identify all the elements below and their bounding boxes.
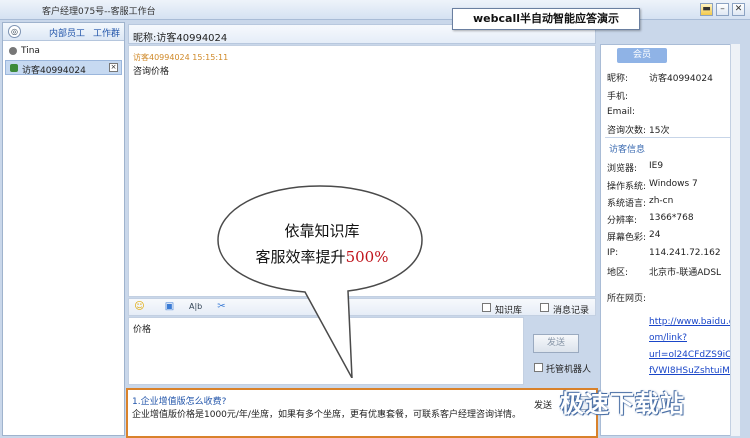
message-record-checkbox[interactable]	[540, 303, 549, 312]
field-value: IE9	[649, 161, 664, 171]
field-value: 1366*768	[649, 213, 694, 223]
field-value: 24	[649, 230, 661, 240]
visitor-info-title: 访客信息	[609, 145, 646, 155]
answer-suggestion-box[interactable]: 1.企业增值版怎么收费? 企业增值版价格是1000元/年/坐席，如果有多个坐席，…	[126, 388, 598, 438]
callout-bubble	[217, 185, 423, 378]
offline-status-icon	[9, 47, 17, 55]
field-label: IP:	[607, 248, 619, 258]
current-page-link[interactable]: http://www.baidu.c	[649, 317, 734, 327]
chat-nickname: 昵称:访客40994024	[133, 33, 228, 44]
visitor-info-panel: 会员 昵称: 访客40994024 手机: Email: 咨询次数: 15次 访…	[600, 44, 740, 436]
visitor-user-icon	[10, 64, 18, 72]
field-value: zh-cn	[649, 196, 674, 206]
input-text: 价格	[133, 325, 152, 335]
contact-tab-strip: ◎ 内部员工 工作群	[3, 23, 124, 41]
field-label: 咨询次数:	[607, 126, 647, 136]
field-label: 手机:	[607, 92, 629, 102]
close-window-button[interactable]: ✕	[732, 3, 745, 16]
suggestion-send-button[interactable]: 发送	[534, 398, 552, 411]
contact-name: 访客40994024	[22, 66, 86, 76]
field-value: 北京市-联通ADSL	[649, 268, 722, 278]
contact-name: Tina	[21, 46, 40, 56]
demo-banner: webcall半自动智能应答演示	[452, 8, 640, 30]
contact-item-visitor[interactable]: 访客40994024 ×	[5, 60, 122, 76]
field-label: 分辨率:	[607, 216, 638, 226]
robot-hosting-label[interactable]: 托管机器人	[546, 362, 591, 375]
divider	[605, 137, 737, 138]
current-page-link[interactable]: fVWI8HSuZshtuiMk	[649, 366, 735, 376]
message-text: 咨询价格	[133, 67, 170, 77]
font-icon[interactable]: A|b	[189, 301, 202, 313]
message-meta: 访客40994024 15:15:11	[133, 53, 229, 62]
minimize-button[interactable]: –	[716, 3, 729, 16]
field-label: 地区:	[607, 268, 629, 278]
window-title: 客户经理075号--客服工作台	[42, 7, 156, 17]
send-button[interactable]: 发送	[533, 334, 579, 353]
knowledge-base-label[interactable]: 知识库	[495, 303, 522, 316]
field-label: 昵称:	[607, 74, 629, 84]
home-icon[interactable]: ◎	[8, 25, 21, 38]
callout-shape	[217, 185, 423, 378]
message-record-label[interactable]: 消息记录	[553, 303, 589, 316]
field-value: 15次	[649, 126, 670, 136]
close-chat-icon[interactable]: ×	[109, 63, 118, 72]
current-page-link[interactable]: om/link?	[649, 333, 687, 343]
contact-panel: ◎ 内部员工 工作群 Tina 访客40994024 ×	[2, 22, 125, 436]
field-label: 浏览器:	[607, 164, 638, 174]
tab-internal-staff[interactable]: 内部员工	[49, 26, 85, 39]
member-header: 会员	[617, 48, 667, 63]
watermark: 极速下载站	[560, 390, 685, 418]
suggestion-answer: 企业增值版价格是1000元/年/坐席，如果有多个坐席，更有优惠套餐，可联系客户经…	[132, 410, 521, 420]
field-label: 操作系统:	[607, 182, 647, 192]
current-page-link[interactable]: url=ol24CFdZS9iO4	[649, 350, 738, 360]
callout-highlight: 500%	[345, 248, 389, 266]
callout-line-2: 客服效率提升500%	[222, 246, 422, 267]
tab-work-group[interactable]: 工作群	[93, 26, 120, 39]
image-icon[interactable]: ▣	[163, 301, 176, 313]
field-label: 屏幕色彩:	[607, 233, 647, 243]
field-label: Email:	[607, 107, 636, 117]
current-page-label: 所在网页:	[607, 294, 647, 304]
contact-item-tina[interactable]: Tina	[5, 44, 122, 59]
field-label: 系统语言:	[607, 199, 647, 209]
skin-button[interactable]: ▬	[700, 3, 713, 16]
field-value: Windows 7	[649, 179, 698, 189]
callout-text: 客服效率提升	[255, 248, 346, 266]
field-value: 114.241.72.162	[649, 248, 721, 258]
callout-line-1: 依靠知识库	[284, 222, 360, 240]
field-value: 访客40994024	[649, 74, 713, 84]
visitor-panel-scrollbar[interactable]	[730, 44, 740, 436]
robot-hosting-checkbox[interactable]	[534, 363, 543, 372]
suggestion-question[interactable]: 1.企业增值版怎么收费?	[132, 394, 226, 407]
knowledge-base-checkbox[interactable]	[482, 303, 491, 312]
emoji-icon[interactable]: ☺	[133, 301, 146, 313]
